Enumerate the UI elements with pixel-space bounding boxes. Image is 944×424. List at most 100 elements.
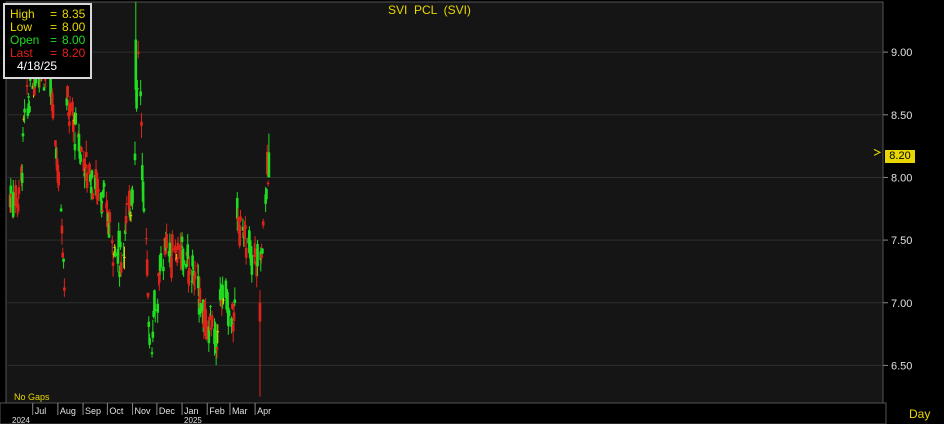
candle-body <box>136 87 139 90</box>
candle-body <box>142 208 146 212</box>
candle-body <box>145 259 149 276</box>
candle-body <box>232 312 236 322</box>
candle-body <box>102 189 105 198</box>
candle-body <box>85 172 89 188</box>
candle-body <box>159 253 163 268</box>
candle-body <box>91 193 95 200</box>
candle-body <box>260 254 263 259</box>
candle-body <box>62 258 65 262</box>
candle-body <box>153 309 157 311</box>
candle-body <box>261 221 265 226</box>
info-date: 4/18/25 <box>17 59 58 73</box>
candle-body <box>20 172 24 183</box>
candle-body <box>244 247 248 258</box>
candle-body <box>210 315 214 328</box>
candle-body <box>208 316 211 321</box>
candle-body <box>205 320 208 340</box>
candle-body <box>67 121 71 126</box>
candle-body <box>171 234 174 253</box>
candle-body <box>209 306 212 308</box>
candle-body <box>158 274 161 283</box>
candle-body <box>114 252 117 257</box>
candle-body <box>111 262 115 266</box>
candle-body <box>110 240 114 243</box>
candle-body <box>162 266 165 272</box>
candle-body <box>266 182 270 185</box>
candle-body <box>17 187 21 194</box>
y-tick-label: 8.00 <box>891 172 912 184</box>
candle-body <box>108 212 112 223</box>
candle-body <box>184 263 188 268</box>
candle-body <box>94 169 98 178</box>
candle-body <box>239 216 242 221</box>
candle-body <box>174 246 177 254</box>
y-tick-label: 7.50 <box>891 235 912 247</box>
candle-body <box>84 152 88 158</box>
info-last-value: 8.20 <box>62 46 86 60</box>
candle-body <box>129 215 133 217</box>
candle-body <box>123 256 126 258</box>
x-tick-label-jul: Jul <box>35 406 47 416</box>
candle-body <box>156 303 160 313</box>
candle-body <box>68 103 72 116</box>
candle-body <box>51 104 55 119</box>
candle-body <box>231 303 234 309</box>
plot-area <box>5 1 884 404</box>
candle-body <box>188 268 191 275</box>
candle-body <box>11 192 15 217</box>
candle-body <box>176 242 180 250</box>
x-tick-label-jan: Jan <box>184 406 199 416</box>
candle-body <box>148 337 151 345</box>
candle-body <box>102 183 106 187</box>
candle-body <box>124 215 128 224</box>
y-tick-label: 8.50 <box>891 110 912 122</box>
x-year-label: 2024 <box>12 416 30 424</box>
candle-body <box>256 243 259 267</box>
candle-body <box>79 154 82 163</box>
last-price-tag: 8.20 <box>885 150 915 163</box>
candle-body <box>175 259 179 263</box>
candle-body <box>74 112 78 125</box>
x-tick-label-mar: Mar <box>232 406 248 416</box>
candle-body <box>236 216 240 221</box>
candle-body <box>147 321 151 327</box>
candle-body <box>180 236 184 242</box>
x-tick-label-feb: Feb <box>209 406 225 416</box>
candle-body <box>265 189 268 200</box>
price-chart[interactable]: 6.50 7.00 7.50 8.00 8.50 9.00 Jul Aug Sep Oct Nov D… <box>0 0 944 424</box>
period-selector[interactable]: Day <box>909 407 930 421</box>
candle-body <box>145 238 148 240</box>
candle-body <box>73 143 77 151</box>
candle-body <box>97 189 100 192</box>
candle-body <box>119 241 122 248</box>
candle-body <box>146 292 150 297</box>
candle-body <box>250 255 254 275</box>
x-tick-label-apr: Apr <box>257 406 271 416</box>
no-gaps-label: No Gaps <box>14 392 50 402</box>
candle-body <box>150 352 154 355</box>
x-tick-label-dec: Dec <box>159 406 176 416</box>
candle-body <box>89 186 93 194</box>
x-tick-label-nov: Nov <box>135 406 152 416</box>
y-tick-label: 7.00 <box>891 298 912 310</box>
candle-body <box>90 170 94 178</box>
ohlc-info-box: High = 8.35 Low = 8.00 Open = 8.00 Last = 8.20 4… <box>3 3 92 79</box>
x-year-label: 2025 <box>184 416 202 424</box>
candle-body <box>139 91 142 97</box>
chart-title: SVI PCL (SVI) <box>388 3 471 17</box>
candle-body <box>215 347 219 350</box>
candle-body <box>170 256 173 278</box>
candle-body <box>136 51 140 54</box>
candle-body <box>42 87 46 91</box>
y-tick-label: 6.50 <box>891 360 912 372</box>
candle-body <box>54 140 57 147</box>
candle-body <box>151 331 155 338</box>
candle-body <box>101 210 104 212</box>
x-tick-label-aug: Aug <box>60 406 76 416</box>
candle-body <box>165 233 168 249</box>
candle-body <box>119 262 123 273</box>
candle-body <box>140 165 144 181</box>
candle-body <box>23 108 26 113</box>
candle-body <box>186 244 190 260</box>
candle-body <box>71 101 74 112</box>
